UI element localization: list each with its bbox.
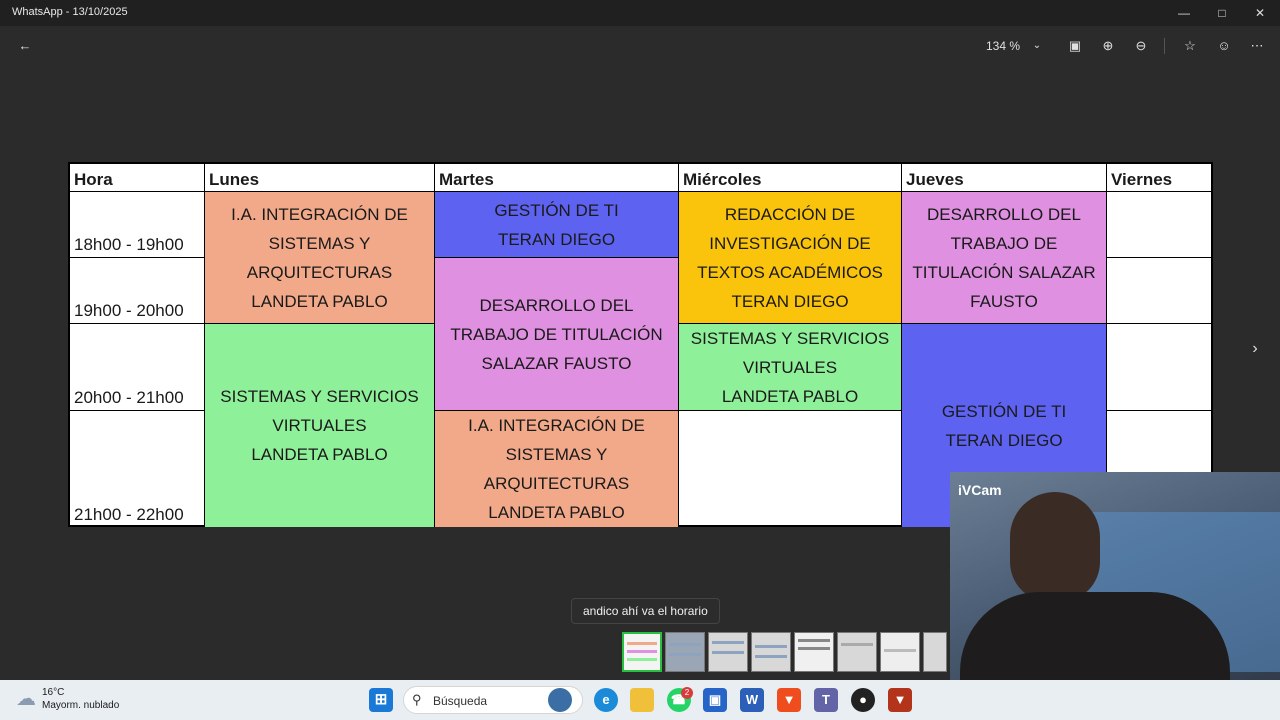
webcam-label: iVCam — [958, 482, 1002, 498]
header-jueves: Jueves — [902, 164, 1107, 192]
media-app-icon[interactable]: ▼ — [888, 688, 912, 712]
actual-size-icon[interactable]: ▣ — [1064, 36, 1086, 56]
header-lunes: Lunes — [205, 164, 435, 192]
time-slot: 19h00 - 20h00 — [70, 258, 205, 324]
thumbnail-selected[interactable] — [622, 632, 662, 672]
class-block-martes-titulacion: DESARROLLO DEL TRABAJO DE TITULACIÓN SAL… — [435, 258, 679, 411]
class-block-lunes-sistemas: SISTEMAS Y SERVICIOS VIRTUALES LANDETA P… — [205, 324, 435, 527]
window-title: WhatsApp - 13/10/2025 — [12, 6, 128, 18]
zoom-in-icon[interactable]: ⊕ — [1097, 36, 1119, 56]
time-slot: 18h00 - 19h00 — [70, 192, 205, 258]
class-block-miercoles-redaccion: REDACCIÓN DE INVESTIGACIÓN DE TEXTOS ACA… — [679, 192, 902, 324]
star-icon[interactable]: ☆ — [1179, 36, 1201, 56]
image-caption-tooltip: andico ahí va el horario — [571, 598, 720, 624]
empty-slot — [1107, 258, 1213, 324]
app-icon[interactable]: ● — [851, 688, 875, 712]
zoom-level[interactable]: 134 % — [986, 39, 1020, 53]
file-explorer-icon[interactable] — [630, 688, 654, 712]
time-slot: 20h00 - 21h00 — [70, 324, 205, 411]
thumbnail[interactable] — [880, 632, 920, 672]
empty-slot — [1107, 192, 1213, 258]
weather-description[interactable]: Mayorm. nublado — [42, 700, 119, 711]
windows-start-icon[interactable]: ⊞ — [369, 688, 393, 712]
zoom-out-icon[interactable]: ⊖ — [1130, 36, 1152, 56]
back-arrow-icon[interactable]: ← — [14, 36, 36, 56]
close-icon[interactable]: ✕ — [1250, 4, 1270, 22]
edge-browser-icon[interactable]: e — [594, 688, 618, 712]
maximize-icon[interactable]: □ — [1212, 4, 1232, 22]
next-image-chevron-icon[interactable]: › — [1244, 339, 1266, 359]
chevron-down-icon[interactable]: ⌄ — [1026, 36, 1048, 56]
more-options-icon[interactable]: ⋯ — [1246, 36, 1268, 56]
class-block-miercoles-sistemas: SISTEMAS Y SERVICIOS VIRTUALES LANDETA P… — [679, 324, 902, 411]
viewer-toolbar: ← 134 % ⌄ ▣ ⊕ ⊖ ☆ ☺ ⋯ — [0, 26, 1280, 66]
search-icon: ⚲ — [412, 692, 422, 707]
thumbnail[interactable] — [923, 632, 947, 672]
weather-temperature[interactable]: 16°C — [42, 687, 64, 698]
brave-browser-icon[interactable]: ▼ — [777, 688, 801, 712]
time-slot: 21h00 - 22h00 — [70, 411, 205, 527]
empty-slot — [1107, 324, 1213, 411]
class-block-martes-ia: I.A. INTEGRACIÓN DE SISTEMAS Y ARQUITECT… — [435, 411, 679, 527]
thumbnail[interactable] — [794, 632, 834, 672]
minimize-icon[interactable]: — — [1174, 4, 1194, 22]
thumbnail[interactable] — [837, 632, 877, 672]
header-martes: Martes — [435, 164, 679, 192]
thumbnail[interactable] — [751, 632, 791, 672]
taskbar: ☁ 16°C Mayorm. nublado ⊞ ⚲ Búsqueda e ☎ … — [0, 680, 1280, 720]
class-block-lunes-ia: I.A. INTEGRACIÓN DE SISTEMAS Y ARQUITECT… — [205, 192, 435, 324]
search-placeholder: Búsqueda — [433, 694, 488, 708]
header-miercoles: Miércoles — [679, 164, 902, 192]
class-block-jueves-titulacion: DESARROLLO DEL TRABAJO DE TITULACIÓN SAL… — [902, 192, 1107, 324]
thumbnail[interactable] — [708, 632, 748, 672]
word-icon[interactable]: W — [740, 688, 764, 712]
empty-slot — [679, 411, 902, 527]
weather-cloud-icon[interactable]: ☁ — [16, 688, 38, 710]
search-highlight-icon[interactable] — [548, 688, 572, 712]
header-hora: Hora — [70, 164, 205, 192]
smiley-icon[interactable]: ☺ — [1213, 36, 1235, 56]
webcam-person-head — [1010, 492, 1100, 602]
teams-icon[interactable]: T — [814, 688, 838, 712]
store-icon[interactable]: ▣ — [703, 688, 727, 712]
toolbar-divider — [1164, 38, 1165, 54]
class-block-martes-gestion: GESTIÓN DE TI TERAN DIEGO — [435, 192, 679, 258]
thumbnail[interactable] — [665, 632, 705, 672]
whatsapp-notification-badge: 2 — [681, 687, 693, 699]
header-viernes: Viernes — [1107, 164, 1213, 192]
title-bar: WhatsApp - 13/10/2025 — □ ✕ — [0, 0, 1280, 26]
